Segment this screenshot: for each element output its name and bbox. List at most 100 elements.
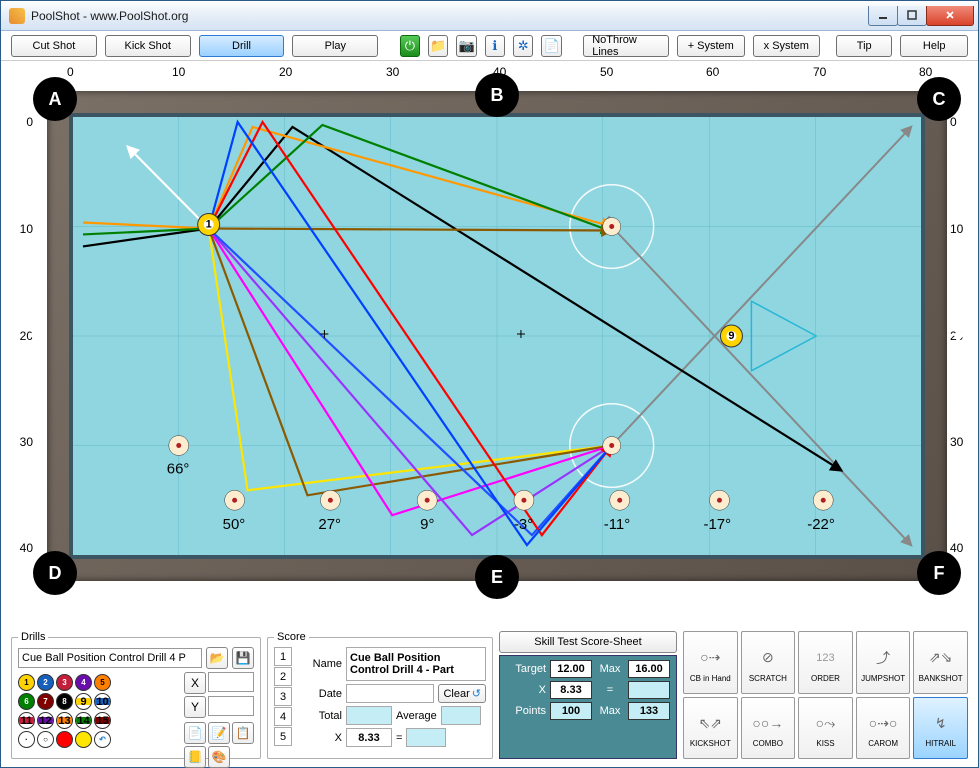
kick-shot-button[interactable]: Kick Shot — [105, 35, 191, 57]
drills-panel: Drills 📂 💾 1 2 3 4 5 — [11, 631, 261, 759]
avg-field — [441, 706, 481, 725]
target-max: 16.00 — [628, 660, 670, 678]
toolbar: Cut Shot Kick Shot Drill Play ⏻ 📁 📷 ℹ ✲ … — [1, 31, 978, 61]
new-page-icon[interactable]: 📄 — [184, 722, 206, 744]
svg-text:-17°: -17° — [704, 516, 732, 533]
skill-sheet-button[interactable]: Skill Test Score-Sheet — [499, 631, 677, 653]
pocket-f: F — [917, 551, 961, 595]
svg-text:-11°: -11° — [604, 516, 631, 533]
cueball-marker[interactable]: · — [18, 731, 35, 748]
mode-kickshot[interactable]: ⇖⇗KICKSHOT — [683, 697, 738, 760]
mode-kiss[interactable]: ○⤳KISS — [798, 697, 853, 760]
drill-name-input[interactable] — [18, 648, 202, 668]
x-result-field — [406, 728, 446, 747]
notes-icon[interactable]: 📒 — [184, 746, 206, 768]
mode-order[interactable]: 123ORDER — [798, 631, 853, 694]
bottom-panels: Drills 📂 💾 1 2 3 4 5 — [9, 631, 970, 759]
camera-icon[interactable]: 📷 — [456, 35, 476, 57]
ball-1[interactable]: 1 — [18, 674, 35, 691]
pocket-d: D — [33, 551, 77, 595]
drill-button[interactable]: Drill — [199, 35, 285, 57]
skill-x-res — [628, 681, 670, 699]
svg-text:-3°: -3° — [514, 516, 533, 533]
cut-shot-button[interactable]: Cut Shot — [11, 35, 97, 57]
ball-11[interactable]: 11 — [18, 712, 35, 729]
nothrow-button[interactable]: NoThrow Lines — [583, 35, 669, 57]
app-icon — [9, 8, 25, 24]
y-coord-button[interactable]: Y — [184, 696, 206, 718]
clear-button[interactable]: Clear↺ — [438, 684, 486, 703]
svg-text:50°: 50° — [223, 516, 246, 533]
x-system-button[interactable]: x System — [753, 35, 820, 57]
total-field — [346, 706, 392, 725]
undo-icon[interactable]: ↶ — [94, 731, 111, 748]
points-max: 133 — [628, 702, 670, 720]
ball-3[interactable]: 3 — [56, 674, 73, 691]
yellow-marker[interactable] — [75, 731, 92, 748]
pocket-a: A — [33, 77, 77, 121]
score-slots: 1 2 3 4 5 — [274, 647, 292, 752]
svg-text:-22°: -22° — [807, 516, 835, 533]
mode-jumpshot[interactable]: ⤴JUMPSHOT — [856, 631, 911, 694]
y-input[interactable] — [208, 696, 254, 716]
mode-combo[interactable]: ○○→COMBO — [741, 697, 796, 760]
ball-7[interactable]: 7 — [37, 693, 54, 710]
svg-text:27°: 27° — [318, 516, 341, 533]
ball-6[interactable]: 6 — [18, 693, 35, 710]
mode-bankshot[interactable]: ⇗⇘BANKSHOT — [913, 631, 968, 694]
titlebar: PoolShot - www.PoolShot.org — [1, 1, 978, 31]
plus-system-button[interactable]: + System — [677, 35, 744, 57]
play-button[interactable]: Play — [292, 35, 378, 57]
mode-carom[interactable]: ○⇢○CAROM — [856, 697, 911, 760]
svg-text:9: 9 — [728, 330, 734, 342]
ghost-marker[interactable]: ○ — [37, 731, 54, 748]
skill-panel: Skill Test Score-Sheet Target12.00Max16.… — [499, 631, 677, 759]
list-icon[interactable]: 📋 — [232, 722, 254, 744]
close-button[interactable] — [926, 6, 974, 26]
save-drill-icon[interactable]: 💾 — [232, 647, 254, 669]
svg-text:66°: 66° — [167, 460, 190, 477]
svg-text:1: 1 — [206, 219, 212, 231]
score-panel: Score 1 2 3 4 5 NameCue Ball Position Co… — [267, 631, 493, 759]
pocket-e: E — [475, 555, 519, 599]
score-name[interactable]: Cue Ball Position Control Drill 4 - Part — [346, 647, 486, 681]
help-button[interactable]: Help — [900, 35, 967, 57]
gear-icon[interactable]: ✲ — [513, 35, 533, 57]
ball-9[interactable]: 9 — [75, 693, 92, 710]
x-input[interactable] — [208, 672, 254, 692]
ball-2[interactable]: 2 — [37, 674, 54, 691]
red-marker[interactable] — [56, 731, 73, 748]
page-icon[interactable]: 📄 — [541, 35, 561, 57]
tip-button[interactable]: Tip — [836, 35, 892, 57]
power-icon[interactable]: ⏻ — [400, 35, 420, 57]
drills-legend: Drills — [18, 631, 48, 643]
window-title: PoolShot - www.PoolShot.org — [31, 9, 869, 23]
target-val: 12.00 — [550, 660, 592, 678]
ball-5[interactable]: 5 — [94, 674, 111, 691]
x-coord-button[interactable]: X — [184, 672, 206, 694]
colors-icon[interactable]: 🎨 — [208, 746, 230, 768]
open-drill-icon[interactable]: 📂 — [206, 647, 228, 669]
folder-icon[interactable]: 📁 — [428, 35, 448, 57]
date-field[interactable] — [346, 684, 434, 703]
ball-10[interactable]: 10 — [94, 693, 111, 710]
score-legend: Score — [274, 631, 309, 643]
mode-hitrail[interactable]: ↯HITRAIL — [913, 697, 968, 760]
skill-x: 8.33 — [550, 681, 592, 699]
ball-12[interactable]: 12 — [37, 712, 54, 729]
ball-8[interactable]: 8 — [56, 693, 73, 710]
x-val-field: 8.33 — [346, 728, 392, 747]
mode-scratch[interactable]: ⊘SCRATCH — [741, 631, 796, 694]
mode-cbinhand[interactable]: ○⇢CB in Hand — [683, 631, 738, 694]
minimize-button[interactable] — [868, 6, 898, 26]
maximize-button[interactable] — [897, 6, 927, 26]
ball-4[interactable]: 4 — [75, 674, 92, 691]
edit-icon[interactable]: 📝 — [208, 722, 230, 744]
ball-13[interactable]: 13 — [56, 712, 73, 729]
pool-table[interactable]: A B C D E F — [47, 91, 947, 581]
ball-14[interactable]: 14 — [75, 712, 92, 729]
points-val: 100 — [550, 702, 592, 720]
ball-15[interactable]: 15 — [94, 712, 111, 729]
table-diagram: 1 9 66° 50° 27° 9° -3° -11° -17° -22° — [73, 117, 921, 555]
info-icon[interactable]: ℹ — [485, 35, 505, 57]
